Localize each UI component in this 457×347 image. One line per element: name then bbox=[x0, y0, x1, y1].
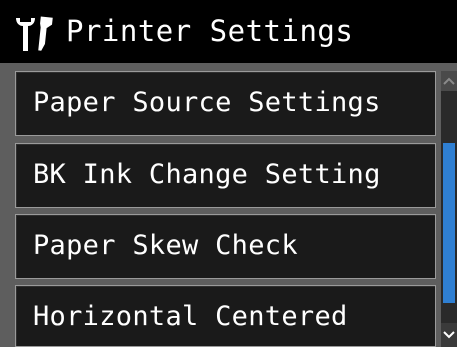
menu-item-bk-ink-change-setting[interactable]: BK Ink Change Setting bbox=[15, 143, 436, 208]
scroll-down-button[interactable] bbox=[441, 323, 457, 347]
menu-item-label: Paper Skew Check bbox=[33, 230, 298, 261]
page-title: Printer Settings bbox=[66, 14, 354, 48]
chevron-down-icon bbox=[443, 331, 455, 339]
scrollbar[interactable] bbox=[441, 71, 457, 347]
menu-item-label: Horizontal Centered bbox=[33, 301, 348, 332]
printer-settings-screen: Printer Settings Paper Source Settings B… bbox=[0, 0, 457, 347]
menu-item-label: BK Ink Change Setting bbox=[33, 159, 381, 190]
chevron-up-icon bbox=[443, 77, 455, 85]
header-bar: Printer Settings bbox=[0, 0, 457, 63]
menu-item-horizontal-centered[interactable]: Horizontal Centered bbox=[15, 285, 436, 347]
scroll-thumb[interactable] bbox=[443, 143, 455, 303]
wrench-screwdriver-icon bbox=[13, 14, 53, 54]
menu-item-paper-source-settings[interactable]: Paper Source Settings bbox=[15, 71, 436, 136]
scroll-up-button[interactable] bbox=[441, 71, 457, 91]
settings-list: Paper Source Settings BK Ink Change Sett… bbox=[0, 63, 457, 347]
menu-item-paper-skew-check[interactable]: Paper Skew Check bbox=[15, 214, 436, 279]
menu-item-label: Paper Source Settings bbox=[33, 87, 381, 118]
